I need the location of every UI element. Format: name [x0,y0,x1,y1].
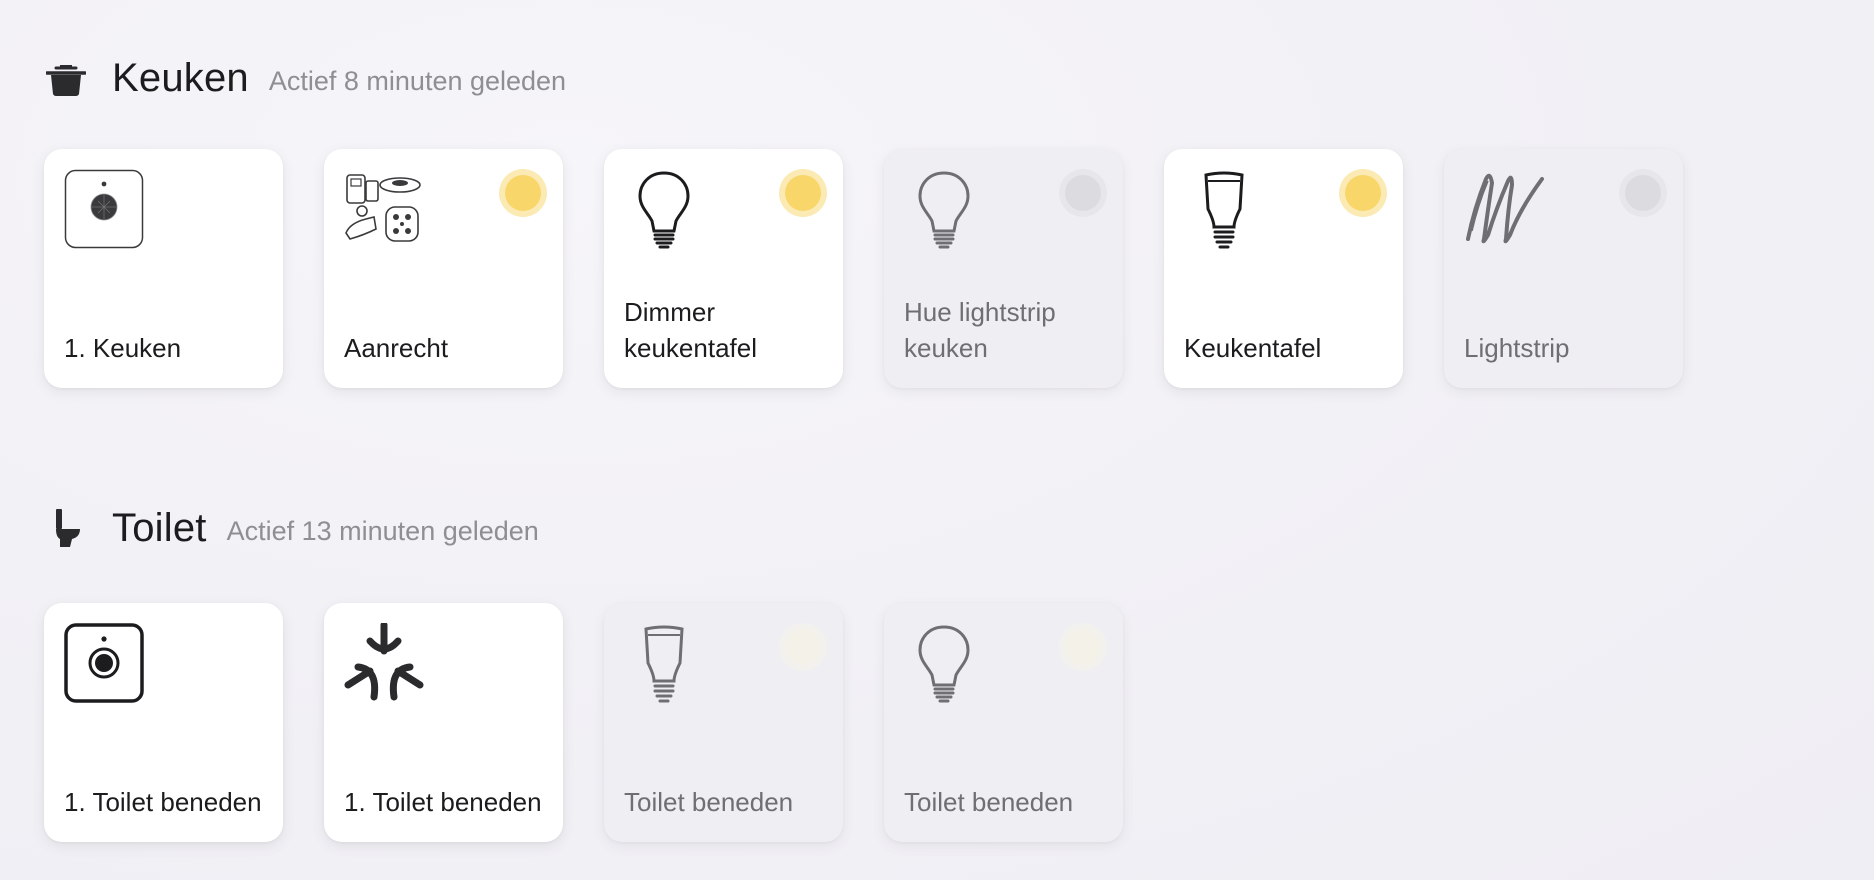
bulb-icon [624,169,704,249]
bulb-icon [904,169,984,249]
matter-icon [344,621,424,703]
device-tile-lightstrip[interactable]: Lightstrip [1444,149,1683,388]
device-label: Toilet beneden [624,787,794,817]
power-toggle[interactable] [1625,175,1661,211]
unreachable-indicator [785,629,821,665]
device-tile-aanrecht[interactable]: Aanrecht [324,149,563,388]
device-label: 1. Toilet beneden [64,787,262,817]
device-tile-toilet-beneden-spot[interactable]: Toilet beneden [604,603,843,842]
bulb-icon [904,623,984,703]
room-section-toilet: Toilet Actief 13 minuten geleden 1. Toil… [44,506,1123,843]
toilet-icon [44,507,88,551]
device-tile-1-keuken[interactable]: 1. Keuken [44,149,283,388]
room-section-keuken: Keuken Actief 8 minuten geleden 1. Keuke… [44,56,1683,389]
power-toggle[interactable] [1345,175,1381,211]
device-tile-hue-lightstrip-keuken[interactable]: Hue lightstrip keuken [884,149,1123,388]
power-toggle[interactable] [505,175,541,211]
power-toggle[interactable] [785,175,821,211]
motion-sensor-icon [64,169,144,249]
device-label: Keukentafel [1184,333,1322,363]
room-status: Actief 13 minuten geleden [226,516,539,546]
device-tile-keukentafel[interactable]: Keukentafel [1164,149,1403,388]
device-grid: 1. Keuken Aanrecht Dimmer keukentafel Hu… [44,149,1683,389]
unreachable-indicator [1065,629,1101,665]
dimmer-kit-icon [344,169,424,249]
room-title: Toilet [112,506,207,550]
lightstrip-icon [1464,169,1544,249]
spot-bulb-icon [1184,169,1264,249]
device-tile-toilet-beneden-bulb[interactable]: Toilet beneden [884,603,1123,842]
power-toggle[interactable] [1065,175,1101,211]
room-status: Actief 8 minuten geleden [268,66,567,96]
device-grid: 1. Toilet beneden 1. Toilet beneden Toil… [44,603,1123,843]
device-label: 1. Toilet beneden [344,787,542,817]
room-header[interactable]: Keuken Actief 8 minuten geleden [44,56,566,101]
room-title: Keuken [112,56,249,100]
cooking-pot-icon [44,57,88,101]
device-label: 1. Keuken [64,333,182,363]
room-overview: Keuken Actief 8 minuten geleden 1. Keuke… [0,0,1874,880]
device-tile-1-toilet-beneden-matter[interactable]: 1. Toilet beneden [324,603,563,842]
motion-sensor-icon [64,623,144,703]
device-label: Dimmer keukentafel [624,297,757,363]
device-label: Hue lightstrip keuken [904,297,1056,363]
room-header[interactable]: Toilet Actief 13 minuten geleden [44,506,539,551]
spot-bulb-icon [624,623,704,703]
device-label: Lightstrip [1464,333,1570,363]
device-label: Aanrecht [344,333,449,363]
device-tile-1-toilet-beneden-sensor[interactable]: 1. Toilet beneden [44,603,283,842]
device-label: Toilet beneden [904,787,1074,817]
device-tile-dimmer-keukentafel[interactable]: Dimmer keukentafel [604,149,843,388]
